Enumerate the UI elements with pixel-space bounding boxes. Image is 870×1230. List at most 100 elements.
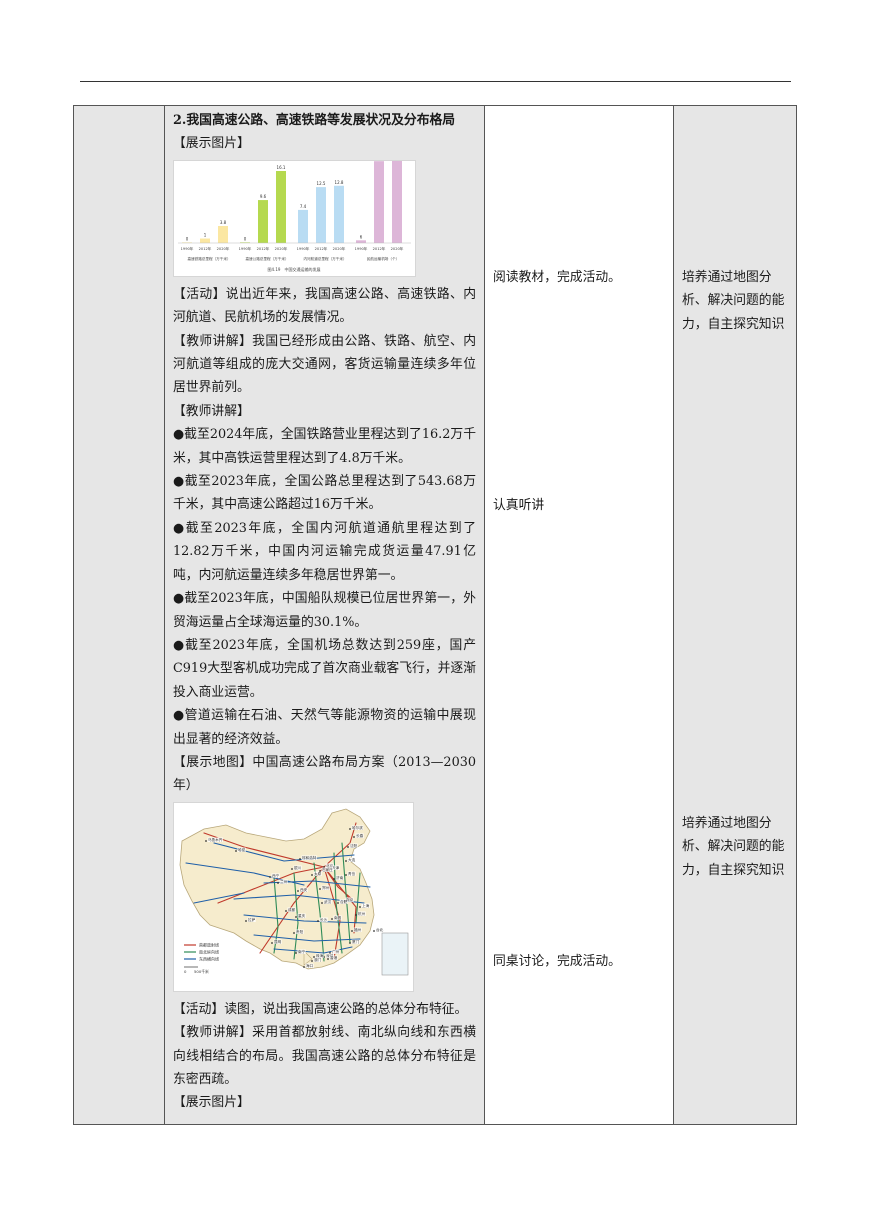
year-tick-label: 2012年 bbox=[257, 246, 270, 251]
bar-value-label: 12.8 bbox=[335, 180, 344, 185]
city-label: 长春 bbox=[356, 833, 364, 838]
city-label: 香港 bbox=[330, 955, 338, 960]
group-label: 民航运输机场（个） bbox=[367, 256, 399, 261]
bar-value-label: 0 bbox=[244, 236, 247, 241]
fact-item: ●截至2023年底，全国机场总数达到259座，国产C919大型客机成功完成了首次… bbox=[173, 637, 476, 700]
city-dot bbox=[285, 909, 287, 912]
city-label: 呼和浩特 bbox=[302, 855, 317, 860]
year-tick-label: 2012年 bbox=[199, 246, 212, 251]
year-tick-label: 2020年 bbox=[333, 246, 346, 251]
city-label: 贵阳 bbox=[296, 929, 304, 934]
city-dot bbox=[349, 941, 351, 944]
stage-cell bbox=[73, 105, 165, 1125]
fact-item: ●管道运输在石油、天然气等能源物资的运输中展现出显著的经济效益。 bbox=[173, 708, 476, 747]
year-tick-label: 2012年 bbox=[373, 246, 386, 251]
teacher-explain-3: 【教师讲解】采用首都放射线、南北纵向线和东西横向线相结合的布局。我国高速公路的总… bbox=[173, 1025, 476, 1087]
bar-value-label: 6 bbox=[360, 234, 363, 239]
bar-value-label: 9.6 bbox=[260, 194, 267, 199]
city-dot bbox=[269, 875, 271, 878]
bar-chart-svg: 0 1990年 1 2012年 3.8 2020年高速铁路总里程（万千米） 0 1990年 9.… bbox=[174, 129, 415, 276]
show-image-tag: 【展示图片】 bbox=[173, 136, 250, 152]
teaching-content: 2.我国高速公路、高速铁路等发展状况及分布格局 【展示图片】 0 1990年 1 20… bbox=[165, 106, 484, 1115]
city-dot bbox=[317, 919, 319, 922]
bar bbox=[334, 185, 344, 243]
show-image-tag-2: 【展示图片】 bbox=[173, 1095, 250, 1111]
legend-label: 南北纵向线 bbox=[199, 948, 219, 954]
group-label: 高速公路总里程（万千米） bbox=[245, 256, 288, 261]
activity-1: 【活动】说出近年来，我国高速公路、高速铁路、内河航道、民航机场的发展情况。 bbox=[173, 286, 476, 326]
city-label: 珠海 bbox=[316, 953, 324, 958]
city-dot bbox=[295, 951, 297, 954]
design-intent-2: 培养通过地图分析、解决问题的能力，自主探究知识 bbox=[682, 816, 785, 878]
city-label: 哈尔滨 bbox=[352, 825, 363, 830]
city-dot bbox=[297, 889, 299, 892]
city-dot bbox=[321, 901, 323, 904]
year-tick-label: 2012年 bbox=[315, 246, 328, 251]
bar bbox=[258, 199, 268, 243]
highway-map-svg: 乌鲁木齐哈密拉萨北京上海广州成都武汉西安兰州哈尔滨沈阳郑州重庆昆明南宁福州杭州济… bbox=[174, 802, 413, 991]
city-dot bbox=[345, 859, 347, 862]
city-label: 哈密 bbox=[238, 847, 246, 852]
student-activity-2: 认真听讲 bbox=[493, 498, 545, 513]
year-tick-label: 1990年 bbox=[239, 246, 252, 251]
figure-caption: 图4.19 中国交通运输的发展 bbox=[268, 266, 321, 272]
city-dot bbox=[331, 917, 333, 920]
teaching-content-cell: 2.我国高速公路、高速铁路等发展状况及分布格局 【展示图片】 0 1990年 1 20… bbox=[164, 105, 485, 1125]
year-tick-label: 1990年 bbox=[355, 246, 368, 251]
city-label: 郑州 bbox=[322, 885, 330, 890]
city-dot bbox=[303, 965, 305, 968]
year-tick-label: 2020年 bbox=[217, 246, 230, 251]
fact-item: ●截至2024年底，全国铁路营业里程达到了16.2万千米，其中高铁运营里程达到了… bbox=[173, 427, 476, 466]
city-dot bbox=[353, 835, 355, 838]
city-dot bbox=[245, 919, 247, 922]
activity-2: 【活动】读图，说出我国高速公路的总体分布特征。 bbox=[173, 1001, 468, 1017]
city-label: 南宁 bbox=[298, 949, 306, 954]
bar-value-label: 1 bbox=[204, 232, 207, 237]
design-intent-cell: 培养通过地图分析、解决问题的能力，自主探究知识 培养通过地图分析、解决问题的能力… bbox=[673, 105, 797, 1125]
city-dot bbox=[313, 955, 315, 958]
city-label: 青岛 bbox=[348, 871, 356, 876]
scale-label: 0 500千米 bbox=[184, 969, 209, 974]
city-label: 昆明 bbox=[274, 939, 282, 944]
city-dot bbox=[205, 839, 207, 842]
city-dot bbox=[333, 877, 335, 880]
city-dot bbox=[295, 915, 297, 918]
fact-item: ●截至2023年底，全国内河航道通航里程达到了12.82万千米，中国内河运输完成… bbox=[173, 520, 476, 583]
city-label: 大连 bbox=[348, 857, 356, 862]
legend-label: 东西横向线 bbox=[199, 955, 219, 961]
year-tick-label: 1990年 bbox=[181, 246, 194, 251]
city-dot bbox=[235, 849, 237, 852]
fact-item: ●截至2023年底，全国公路总里程达到了543.68万千米，其中高速公路超过16… bbox=[173, 474, 476, 513]
city-dot bbox=[351, 929, 353, 932]
group-label: 内河航道总里程（万千米） bbox=[303, 256, 346, 261]
city-label: 成都 bbox=[288, 907, 296, 912]
teacher-explain-1: 【教师讲解】我国已经形成由公路、铁路、航空、内河航道等组成的庞大交通网，客货运输… bbox=[173, 333, 476, 396]
city-dot bbox=[345, 873, 347, 876]
city-label: 台北 bbox=[376, 927, 384, 932]
city-dot bbox=[359, 905, 361, 908]
bar-value-label: 7.4 bbox=[300, 204, 307, 209]
student-activity-3: 同桌讨论，完成活动。 bbox=[493, 954, 621, 969]
bar-value-label: 3.8 bbox=[220, 220, 227, 225]
city-dot bbox=[299, 857, 301, 860]
city-label: 海口 bbox=[306, 963, 314, 968]
city-dot bbox=[291, 867, 293, 870]
city-label: 银川 bbox=[294, 865, 302, 870]
city-dot bbox=[311, 959, 313, 962]
bar bbox=[218, 225, 228, 243]
city-label: 济南 bbox=[336, 875, 344, 880]
header-rule bbox=[80, 81, 791, 82]
bar bbox=[374, 160, 384, 243]
bar-value-label: 16.1 bbox=[277, 165, 286, 170]
bar bbox=[276, 170, 286, 243]
city-dot bbox=[311, 873, 313, 876]
map-tag: 【展示地图】中国高速公路布局方案（2013—2030年） bbox=[173, 754, 476, 794]
bar bbox=[316, 186, 326, 243]
group-label: 高速铁路总里程（万千米） bbox=[187, 256, 230, 261]
city-dot bbox=[271, 941, 273, 944]
highway-map: 乌鲁木齐 哈密 拉萨 北京 上海 广州 成都 武汉 西安 兰州 哈尔滨 沈阳 郑州 重庆 昆明 南宁 福州 杭州济… bbox=[173, 801, 414, 992]
city-label: 乌鲁木齐 bbox=[208, 837, 223, 842]
year-tick-label: 2020年 bbox=[391, 246, 404, 251]
city-dot bbox=[349, 827, 351, 830]
year-tick-label: 1990年 bbox=[297, 246, 310, 251]
